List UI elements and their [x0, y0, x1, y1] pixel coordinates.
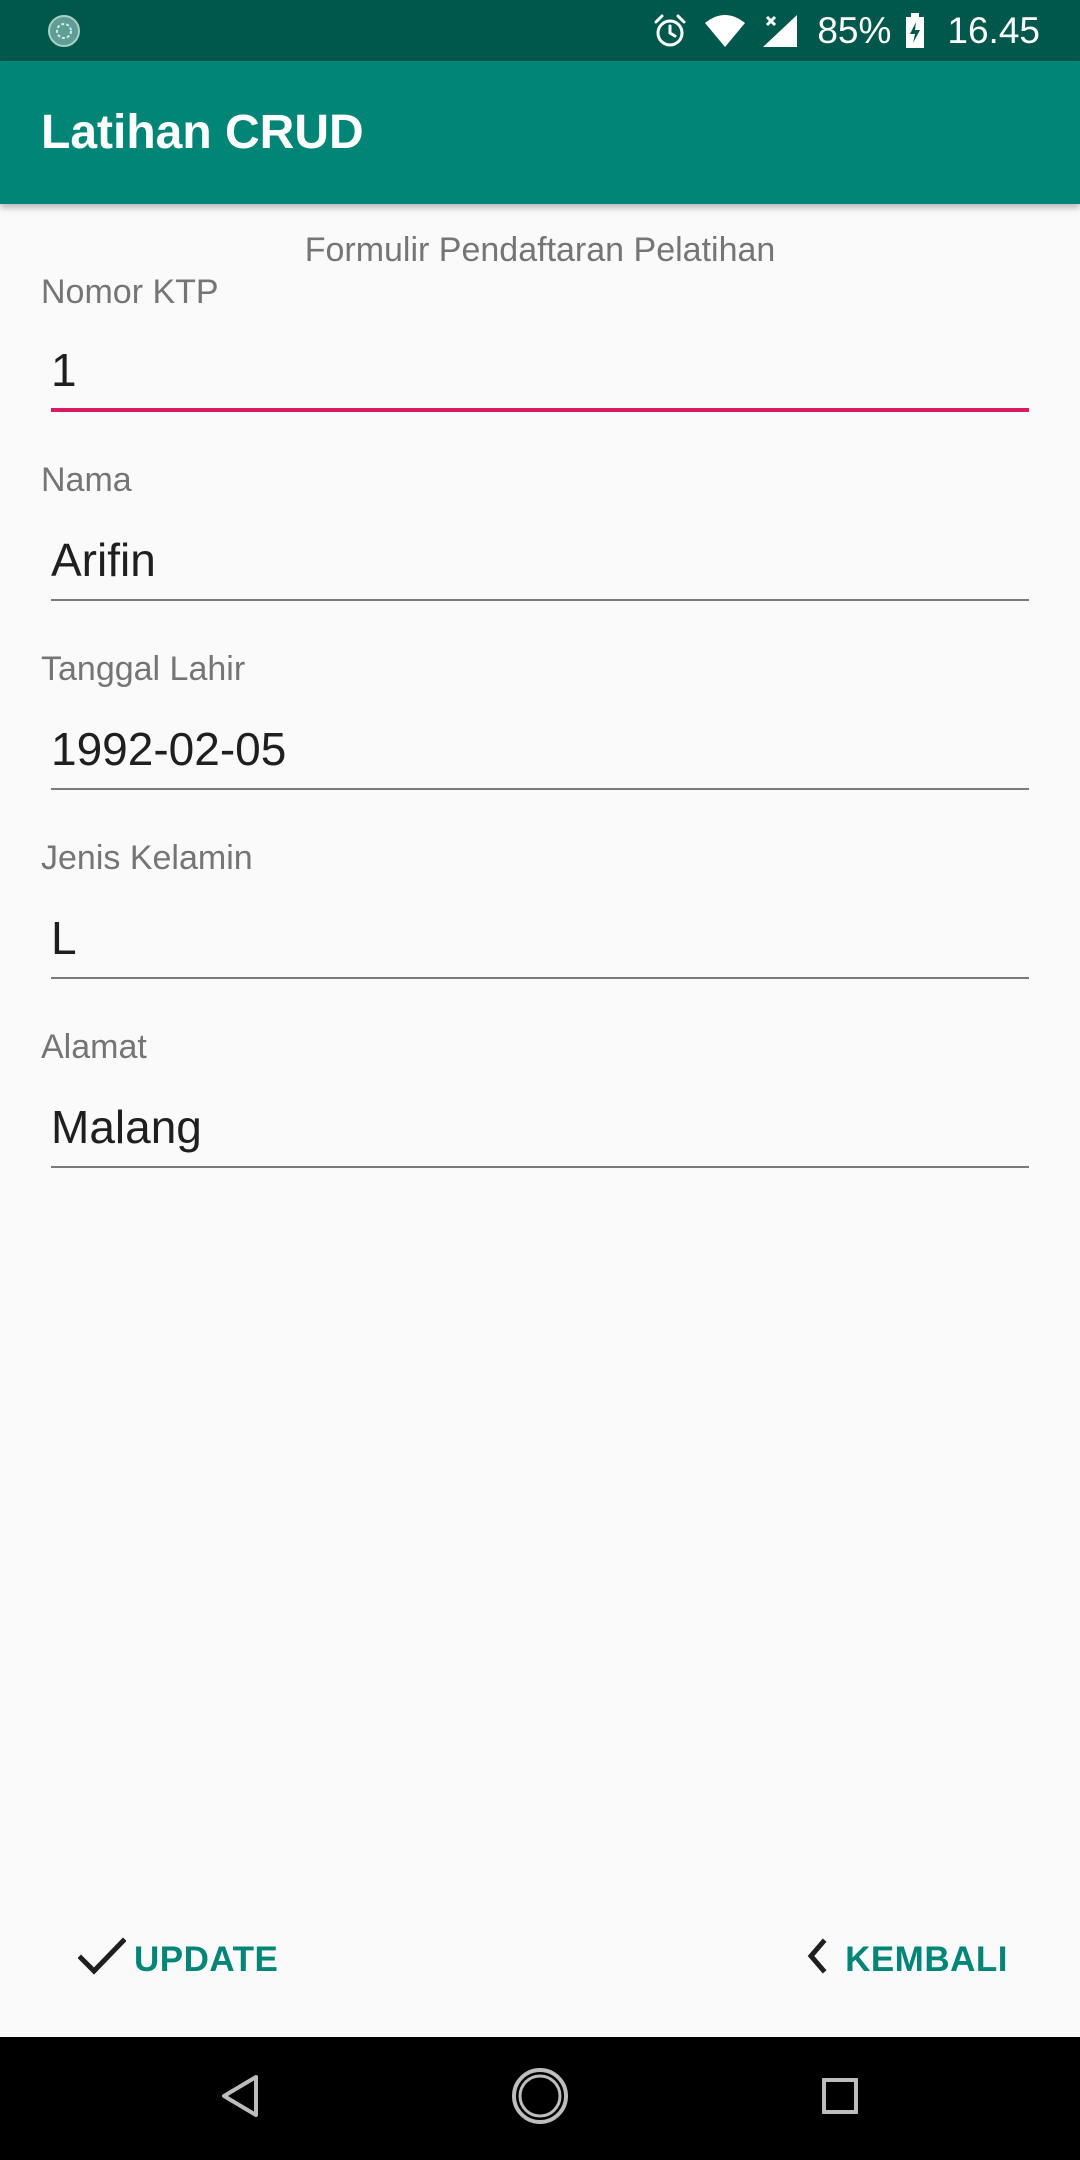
navigation-bar — [0, 2037, 1080, 2160]
screen: 85% 16.45 Latihan CRUD Formulir Pendafta… — [0, 0, 1080, 2160]
nav-home-icon — [508, 2064, 572, 2133]
wifi-icon — [703, 13, 747, 49]
alarm-icon — [651, 12, 689, 50]
app-bar: Latihan CRUD — [0, 61, 1080, 204]
nomor-ktp-label: Nomor KTP — [41, 273, 219, 311]
status-icons: 85% 16.45 — [651, 0, 1040, 61]
nav-home-button[interactable] — [480, 2037, 600, 2160]
nav-recents-icon — [820, 2076, 860, 2121]
nomor-ktp-input[interactable] — [51, 332, 1029, 412]
tanggal-lahir-label: Tanggal Lahir — [41, 650, 246, 688]
kembali-button[interactable]: KEMBALI — [797, 1925, 1008, 1995]
status-time: 16.45 — [947, 9, 1040, 51]
form-heading: Formulir Pendaftaran Pelatihan — [304, 231, 776, 269]
update-button[interactable]: UPDATE — [77, 1925, 279, 1995]
chevron-left-icon — [797, 1936, 837, 1985]
nama-input[interactable] — [51, 521, 1029, 601]
alamat-input[interactable] — [51, 1088, 1029, 1168]
nav-recents-button[interactable] — [780, 2037, 900, 2160]
battery-charging-icon — [905, 12, 925, 49]
app-title: Latihan CRUD — [41, 106, 364, 159]
nav-back-button[interactable] — [180, 2037, 300, 2160]
jenis-kelamin-label: Jenis Kelamin — [41, 839, 253, 877]
nama-label: Nama — [41, 461, 132, 499]
nav-back-icon — [218, 2073, 262, 2124]
check-icon — [77, 1936, 127, 1985]
cell-signal-icon — [761, 13, 799, 49]
status-bar: 85% 16.45 — [0, 0, 1080, 61]
battery-percent: 85% — [817, 9, 892, 51]
tanggal-lahir-input[interactable] — [51, 710, 1029, 790]
alamat-label: Alamat — [41, 1028, 147, 1066]
jenis-kelamin-input[interactable] — [51, 899, 1029, 979]
update-label: UPDATE — [134, 1940, 279, 1979]
kembali-label: KEMBALI — [845, 1940, 1008, 1979]
sync-circle-icon — [47, 14, 81, 48]
